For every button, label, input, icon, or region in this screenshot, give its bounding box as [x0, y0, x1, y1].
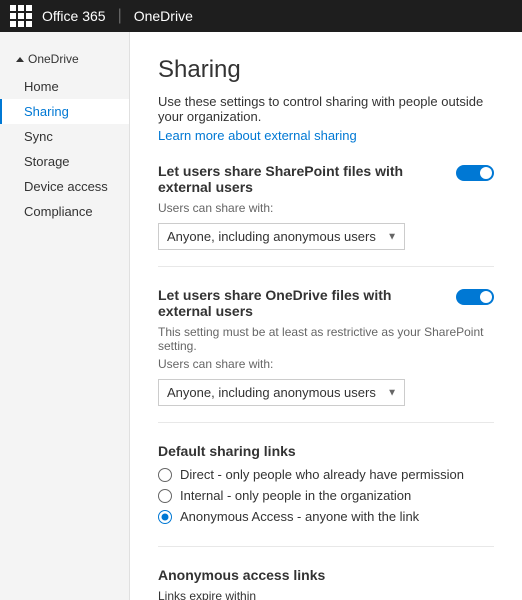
- sharing-links-radio-group: Direct - only people who already have pe…: [158, 467, 494, 524]
- topbar-divider: |: [118, 7, 122, 25]
- sidebar-section-label: OneDrive: [28, 52, 79, 66]
- radio-direct[interactable]: Direct - only people who already have pe…: [158, 467, 494, 482]
- sharepoint-dropdown[interactable]: Anyone, including anonymous users Only e…: [158, 223, 405, 250]
- onedrive-dropdown-wrap: Anyone, including anonymous users Only e…: [158, 379, 405, 406]
- expire-label: Links expire within: [158, 589, 494, 600]
- layout: OneDrive Home Sharing Sync Storage Devic…: [0, 32, 522, 600]
- sidebar-item-sync[interactable]: Sync: [0, 124, 129, 149]
- radio-internal-label: Internal - only people in the organizati…: [180, 488, 411, 503]
- sidebar-item-home[interactable]: Home: [0, 74, 129, 99]
- toggle-thumb: [480, 167, 492, 179]
- sharepoint-sharing-toggle[interactable]: [456, 165, 494, 181]
- sidebar-item-sharing[interactable]: Sharing: [0, 99, 129, 124]
- onedrive-restrictive-note: This setting must be at least as restric…: [158, 325, 494, 353]
- sidebar-item-device-access[interactable]: Device access: [0, 174, 129, 199]
- sharepoint-sharing-section: Let users share SharePoint files with ex…: [158, 163, 494, 267]
- section-header: Let users share OneDrive files with exte…: [158, 287, 494, 319]
- radio-anonymous[interactable]: Anonymous Access - anyone with the link: [158, 509, 494, 524]
- toggle-track[interactable]: [456, 165, 494, 181]
- topbar: Office 365 | OneDrive: [0, 0, 522, 32]
- sharepoint-sub-label: Users can share with:: [158, 201, 494, 215]
- onedrive-sub-label: Users can share with:: [158, 357, 494, 371]
- learn-more-link[interactable]: Learn more about external sharing: [158, 128, 357, 143]
- main-content: Sharing Use these settings to control sh…: [130, 32, 522, 600]
- toggle-track[interactable]: [456, 289, 494, 305]
- sidebar-section-header[interactable]: OneDrive: [0, 48, 129, 74]
- radio-anonymous-input[interactable]: [158, 510, 172, 524]
- onedrive-sharing-section: Let users share OneDrive files with exte…: [158, 287, 494, 423]
- onedrive-sharing-toggle[interactable]: [456, 289, 494, 305]
- sidebar-item-compliance[interactable]: Compliance: [0, 199, 129, 224]
- sidebar: OneDrive Home Sharing Sync Storage Devic…: [0, 32, 130, 600]
- anonymous-links-section: Anonymous access links Links expire with…: [158, 567, 494, 600]
- chevron-up-icon: [16, 57, 24, 62]
- section-name: OneDrive: [134, 8, 193, 24]
- anonymous-links-title: Anonymous access links: [158, 567, 494, 583]
- waffle-icon[interactable]: [10, 5, 32, 27]
- app-name: Office 365: [42, 8, 106, 24]
- onedrive-dropdown[interactable]: Anyone, including anonymous users Only e…: [158, 379, 405, 406]
- section-header: Let users share SharePoint files with ex…: [158, 163, 494, 195]
- radio-direct-input[interactable]: [158, 468, 172, 482]
- page-description: Use these settings to control sharing wi…: [158, 94, 494, 124]
- onedrive-sharing-title: Let users share OneDrive files with exte…: [158, 287, 456, 319]
- sharepoint-dropdown-wrap: Anyone, including anonymous users Only e…: [158, 223, 405, 250]
- radio-internal-input[interactable]: [158, 489, 172, 503]
- sidebar-item-storage[interactable]: Storage: [0, 149, 129, 174]
- sharepoint-sharing-title: Let users share SharePoint files with ex…: [158, 163, 456, 195]
- default-links-title: Default sharing links: [158, 443, 494, 459]
- radio-direct-label: Direct - only people who already have pe…: [180, 467, 464, 482]
- radio-internal[interactable]: Internal - only people in the organizati…: [158, 488, 494, 503]
- toggle-thumb: [480, 291, 492, 303]
- default-links-section: Default sharing links Direct - only peop…: [158, 443, 494, 547]
- page-title: Sharing: [158, 56, 494, 84]
- radio-anonymous-label: Anonymous Access - anyone with the link: [180, 509, 419, 524]
